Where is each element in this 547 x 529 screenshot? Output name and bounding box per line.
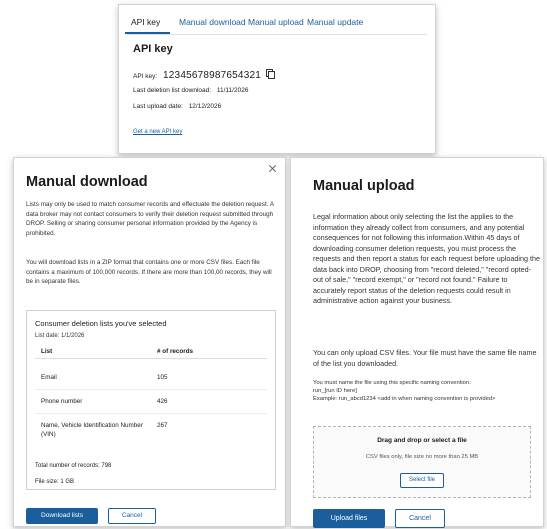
tab-divider (127, 34, 427, 35)
download-usage-text: Lists may only be used to match consumer… (26, 201, 274, 237)
last-download-value: 11/11/2026 (216, 87, 249, 94)
upload-format-text: You can only upload CSV files. Your file… (313, 348, 537, 368)
copy-icon[interactable] (265, 69, 275, 79)
file-drop-zone[interactable]: Drag and drop or select a file CSV files… (313, 426, 531, 498)
table-row-list: Phone number (41, 398, 83, 405)
last-upload-label: Last upload date: (133, 103, 183, 110)
last-upload-row: Last upload date: 12/12/2026 (133, 103, 221, 110)
total-records: Total number of records: 798 (35, 463, 112, 469)
manual-upload-panel: Manual upload Legal information about on… (290, 157, 544, 528)
close-icon[interactable] (268, 164, 277, 173)
naming-line: Example: run_abcd1234 <add in when namin… (313, 396, 496, 403)
select-file-button[interactable]: Select file (400, 473, 444, 488)
api-key-panel: API key Manual download Manual upload Ma… (118, 4, 436, 154)
download-cancel-button[interactable]: Cancel (108, 508, 156, 524)
drop-zone-title: Drag and drop or select a file (377, 437, 467, 444)
tab-api-key[interactable]: API key (131, 17, 160, 27)
last-upload-value: 12/12/2026 (188, 103, 222, 110)
naming-line: You must name the file using this specif… (313, 380, 471, 386)
file-size: File size: 1 GB (35, 479, 75, 485)
upload-cancel-button[interactable]: Cancel (395, 509, 445, 528)
tab-manual-upload[interactable]: Manual upload (248, 17, 304, 27)
last-download-label: Last deletion list download: (133, 87, 212, 94)
naming-line: run_[run ID here] (313, 388, 357, 395)
manual-download-panel: Manual download Lists may only be used t… (13, 157, 286, 527)
selected-lists-box: Consumer deletion lists you've selected … (26, 310, 276, 490)
last-download-row: Last deletion list download: 11/11/2026 (133, 87, 248, 94)
naming-convention-text: You must name the file using this specif… (313, 379, 541, 404)
upload-files-button[interactable]: Upload files (313, 509, 385, 528)
drop-zone-hint: CSV files only, file size no more than 2… (365, 454, 479, 460)
download-lists-button[interactable]: Download lists (26, 508, 98, 524)
table-row-records: 267 (157, 422, 168, 429)
manual-download-title: Manual download (26, 174, 148, 190)
api-key-label: API key: (133, 73, 158, 80)
manual-upload-title: Manual upload (313, 178, 415, 194)
table-row-list: Name, Vehicle Identification Number (VIN… (41, 422, 143, 438)
header-divider (35, 358, 267, 359)
table-row-list: Email (41, 374, 57, 381)
list-date: List date: 1/1/2026 (35, 333, 85, 339)
tab-manual-download[interactable]: Manual download (179, 17, 246, 27)
upload-legal-text: Legal information about only selecting t… (313, 212, 540, 305)
download-format-text: You will download lists in a ZIP format … (26, 259, 272, 286)
api-key-value: 12345678987654321 (163, 70, 261, 81)
column-header-list: List (41, 348, 53, 355)
api-key-title: API key (133, 43, 173, 55)
api-key-row: API key: 12345678987654321 (133, 69, 275, 81)
column-header-records: # of records (157, 348, 194, 355)
tab-manual-update[interactable]: Manual update (307, 17, 363, 27)
selected-lists-heading: Consumer deletion lists you've selected (35, 319, 167, 328)
get-new-api-key-link[interactable]: Get a new API key (133, 129, 182, 135)
row-divider (35, 413, 267, 414)
table-row-records: 105 (157, 374, 168, 381)
table-row-records: 426 (157, 398, 168, 405)
row-divider (35, 389, 267, 390)
